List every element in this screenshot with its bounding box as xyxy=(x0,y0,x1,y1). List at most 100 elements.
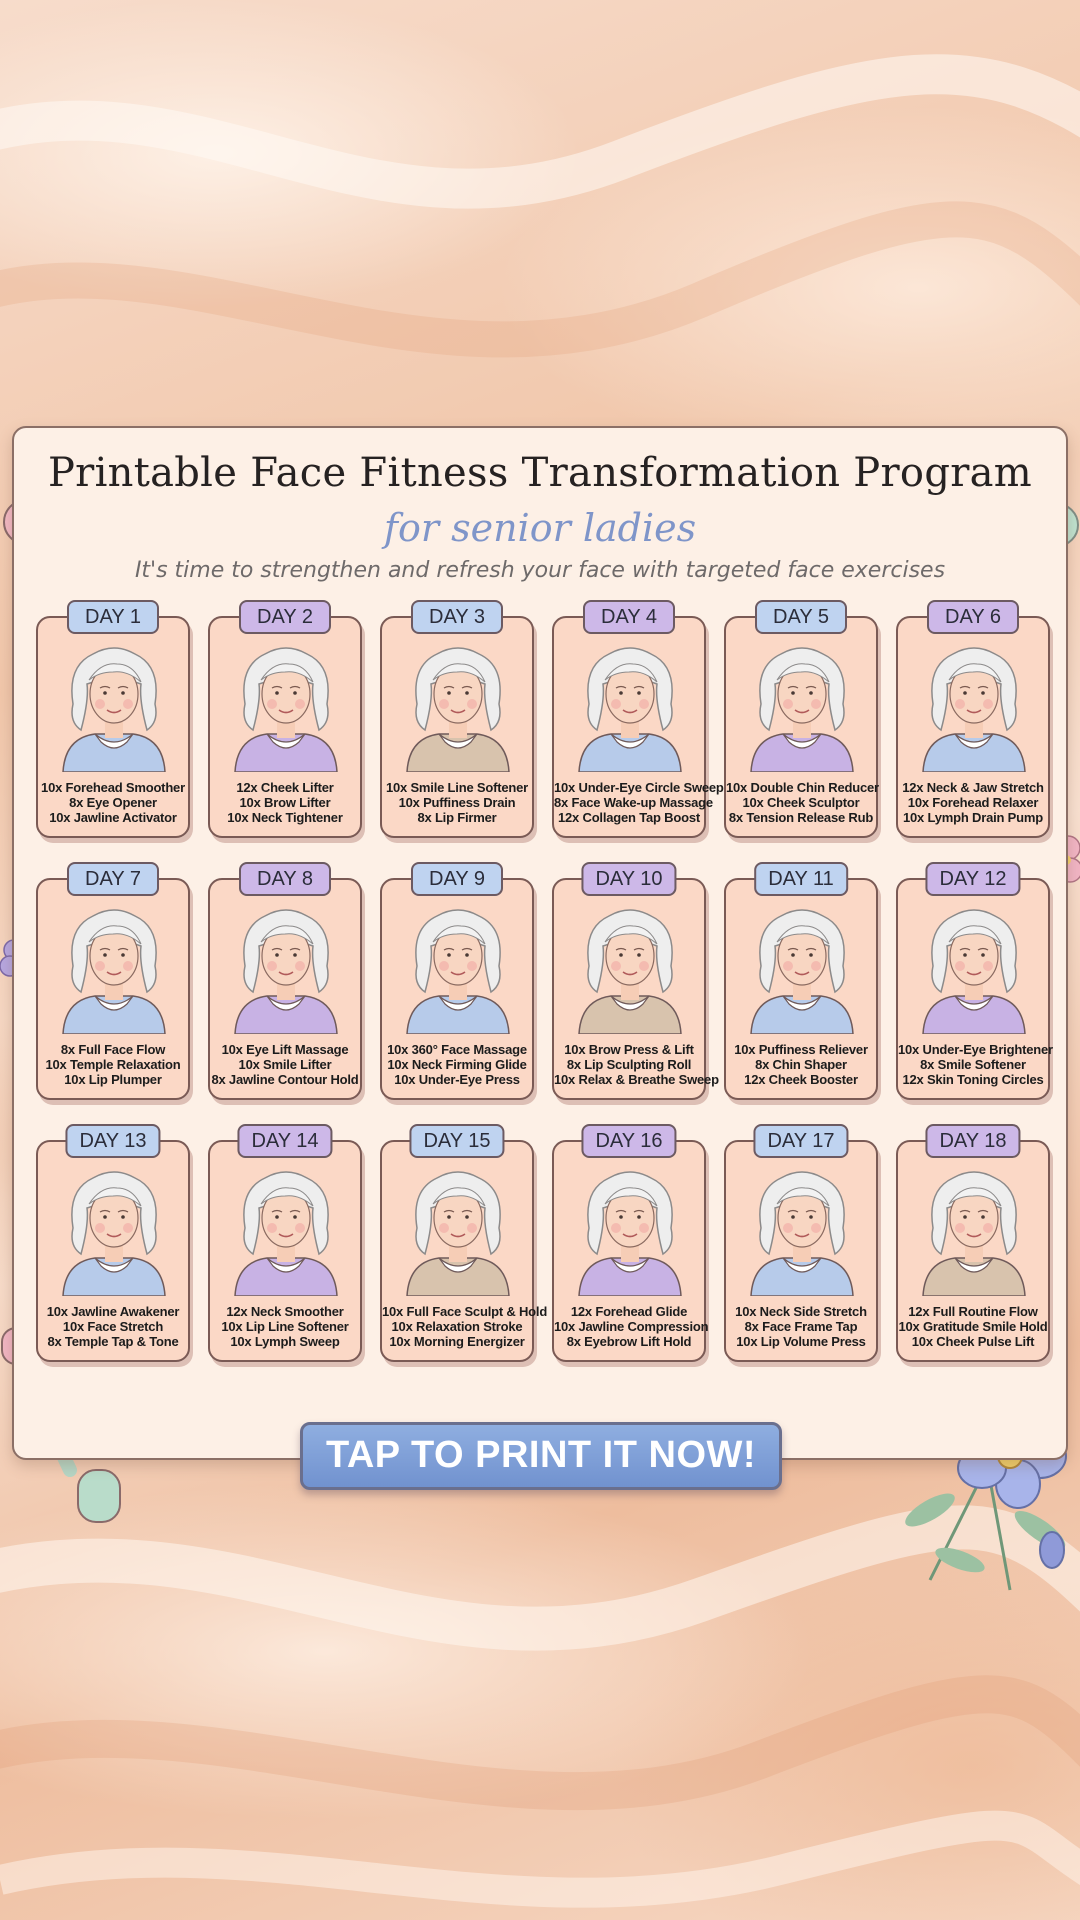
exercise-item: 8x Tension Release Rub xyxy=(728,810,874,825)
page-tagline: It's time to strengthen and refresh your… xyxy=(134,558,946,583)
exercise-item: 10x Cheek Sculptor xyxy=(742,795,860,810)
exercise-item: 10x Cheek Pulse Lift xyxy=(911,1334,1035,1349)
exercise-item: 10x Eye Lift Massage xyxy=(221,1042,349,1057)
exercise-item: 10x Forehead Smoother xyxy=(41,780,185,795)
day-card[interactable]: DAY 7 8x Full Face Flow 10x Temple Relaxa… xyxy=(36,862,190,1100)
day-badge: DAY 6 xyxy=(927,600,1019,634)
day-badge: DAY 14 xyxy=(237,1124,333,1158)
exercise-list: 10x Neck Side Stretch 8x Face Frame Tap 10… xyxy=(726,1304,876,1349)
senior-woman-face-icon xyxy=(227,900,345,1035)
senior-woman-face-icon xyxy=(55,638,173,773)
exercise-item: 10x Neck Firming Glide xyxy=(387,1057,527,1072)
day-badge: DAY 12 xyxy=(925,862,1021,896)
exercise-list: 10x 360° Face Massage 10x Neck Firming Gl… xyxy=(382,1042,532,1087)
exercise-item: 12x Neck Smoother xyxy=(226,1304,344,1319)
day-card[interactable]: DAY 2 12x Cheek Lifter 10x Brow Lifter 10x… xyxy=(208,600,362,838)
day-badge: DAY 9 xyxy=(411,862,503,896)
day-card[interactable]: DAY 8 10x Eye Lift Massage 10x Smile Lift… xyxy=(208,862,362,1100)
day-card[interactable]: DAY 9 10x 360° Face Massage 10x Neck Firm… xyxy=(380,862,534,1100)
exercise-item: 10x Brow Press & Lift xyxy=(564,1042,694,1057)
day-grid: DAY 1 10x Forehead Smoother 8x Eye Opener… xyxy=(36,600,1053,1362)
day-card[interactable]: DAY 11 10x Puffiness Reliever 8x Chin Sha… xyxy=(724,862,878,1100)
exercise-item: 10x 360° Face Massage xyxy=(387,1042,527,1057)
exercise-item: 8x Eye Opener xyxy=(69,795,157,810)
day-badge: DAY 7 xyxy=(67,862,159,896)
exercise-list: 10x Eye Lift Massage 10x Smile Lifter 8x J… xyxy=(210,1042,360,1087)
day-card[interactable]: DAY 5 10x Double Chin Reducer 10x Cheek S… xyxy=(724,600,879,838)
day-card[interactable]: DAY 4 10x Under-Eye Circle Sweep 8x Face … xyxy=(552,600,724,838)
day-badge: DAY 15 xyxy=(409,1124,505,1158)
exercise-item: 10x Lip Volume Press xyxy=(736,1334,866,1349)
senior-woman-face-icon xyxy=(55,1162,173,1297)
day-badge: DAY 5 xyxy=(755,600,847,634)
day-badge: DAY 2 xyxy=(239,600,331,634)
exercise-list: 10x Forehead Smoother 8x Eye Opener 10x Ja… xyxy=(38,780,188,825)
exercise-item: 12x Cheek Lifter xyxy=(236,780,334,795)
exercise-item: 8x Full Face Flow xyxy=(60,1042,166,1057)
day-badge: DAY 17 xyxy=(753,1124,849,1158)
exercise-item: 8x Face Wake-up Massage xyxy=(554,795,713,810)
senior-woman-face-icon xyxy=(571,900,689,1035)
exercise-item: 10x Double Chin Reducer xyxy=(726,780,879,795)
exercise-item: 10x Forehead Relaxer xyxy=(907,795,1039,810)
exercise-item: 10x Temple Relaxation xyxy=(45,1057,181,1072)
exercise-item: 10x Morning Energizer xyxy=(389,1334,525,1349)
day-card[interactable]: DAY 18 12x Full Routine Flow 10x Gratitud… xyxy=(896,1124,1050,1362)
print-button[interactable]: TAP TO PRINT IT NOW! xyxy=(300,1422,782,1490)
day-card[interactable]: DAY 16 12x Forehead Glide 10x Jawline Com… xyxy=(552,1124,709,1362)
senior-woman-face-icon xyxy=(743,638,861,773)
exercise-list: 10x Full Face Sculpt & Hold 10x Relaxatio… xyxy=(382,1304,548,1349)
day-card[interactable]: DAY 10 10x Brow Press & Lift 8x Lip Sculp… xyxy=(552,862,719,1100)
day-badge: DAY 10 xyxy=(581,862,677,896)
exercise-list: 10x Brow Press & Lift 8x Lip Sculpting Ro… xyxy=(554,1042,719,1087)
day-card[interactable]: DAY 17 10x Neck Side Stretch 8x Face Fram… xyxy=(724,1124,878,1362)
exercise-item: 10x Brow Lifter xyxy=(239,795,331,810)
day-card[interactable]: DAY 3 10x Smile Line Softener 10x Puffine… xyxy=(380,600,534,838)
exercise-item: 8x Face Frame Tap xyxy=(744,1319,858,1334)
senior-woman-face-icon xyxy=(743,1162,861,1297)
exercise-item: 10x Full Face Sculpt & Hold xyxy=(382,1304,548,1319)
exercise-item: 10x Lip Line Softener xyxy=(221,1319,349,1334)
day-card[interactable]: DAY 12 10x Under-Eye Brightener 8x Smile … xyxy=(896,862,1053,1100)
exercise-list: 10x Under-Eye Circle Sweep 8x Face Wake-u… xyxy=(554,780,724,825)
exercise-item: 10x Relax & Breathe Sweep xyxy=(554,1072,719,1087)
day-card[interactable]: DAY 1 10x Forehead Smoother 8x Eye Opener… xyxy=(36,600,190,838)
day-badge: DAY 4 xyxy=(583,600,675,634)
day-card[interactable]: DAY 15 10x Full Face Sculpt & Hold 10x Re… xyxy=(380,1124,548,1362)
exercise-item: 10x Jawline Compression xyxy=(554,1319,709,1334)
exercise-item: 10x Under-Eye Press xyxy=(394,1072,520,1087)
day-badge: DAY 13 xyxy=(65,1124,161,1158)
day-badge: DAY 1 xyxy=(67,600,159,634)
exercise-item: 10x Smile Line Softener xyxy=(385,780,529,795)
exercise-item: 8x Temple Tap & Tone xyxy=(47,1334,179,1349)
senior-woman-face-icon xyxy=(399,900,517,1035)
exercise-item: 10x Jawline Activator xyxy=(49,810,177,825)
page-title: Printable Face Fitness Transformation Pr… xyxy=(47,450,1033,496)
exercise-item: 10x Jawline Awakener xyxy=(46,1304,180,1319)
senior-woman-face-icon xyxy=(55,900,173,1035)
senior-woman-face-icon xyxy=(571,1162,689,1297)
exercise-list: 10x Under-Eye Brightener 8x Smile Softene… xyxy=(898,1042,1053,1087)
exercise-item: 10x Lymph Sweep xyxy=(230,1334,340,1349)
day-card[interactable]: DAY 6 12x Neck & Jaw Stretch 10x Forehead… xyxy=(896,600,1050,838)
senior-woman-face-icon xyxy=(399,638,517,773)
exercise-list: 10x Puffiness Reliever 8x Chin Shaper 12x … xyxy=(726,1042,876,1087)
exercise-list: 8x Full Face Flow 10x Temple Relaxation 10… xyxy=(38,1042,188,1087)
senior-woman-face-icon xyxy=(743,900,861,1035)
exercise-list: 12x Forehead Glide 10x Jawline Compressio… xyxy=(554,1304,709,1349)
exercise-item: 10x Puffiness Drain xyxy=(398,795,516,810)
senior-woman-face-icon xyxy=(227,638,345,773)
senior-woman-face-icon xyxy=(571,638,689,773)
exercise-item: 8x Jawline Contour Hold xyxy=(211,1072,359,1087)
exercise-item: 10x Relaxation Stroke xyxy=(391,1319,523,1334)
senior-woman-face-icon xyxy=(915,1162,1033,1297)
exercise-list: 10x Smile Line Softener 10x Puffiness Dra… xyxy=(382,780,532,825)
exercise-item: 10x Under-Eye Circle Sweep xyxy=(554,780,724,795)
exercise-item: 10x Lip Plumper xyxy=(64,1072,162,1087)
senior-woman-face-icon xyxy=(915,900,1033,1035)
senior-woman-face-icon xyxy=(399,1162,517,1297)
exercise-item: 10x Face Stretch xyxy=(62,1319,164,1334)
exercise-item: 12x Skin Toning Circles xyxy=(902,1072,1044,1087)
day-card[interactable]: DAY 13 10x Jawline Awakener 10x Face Stre… xyxy=(36,1124,190,1362)
day-card[interactable]: DAY 14 12x Neck Smoother 10x Lip Line Sof… xyxy=(208,1124,362,1362)
